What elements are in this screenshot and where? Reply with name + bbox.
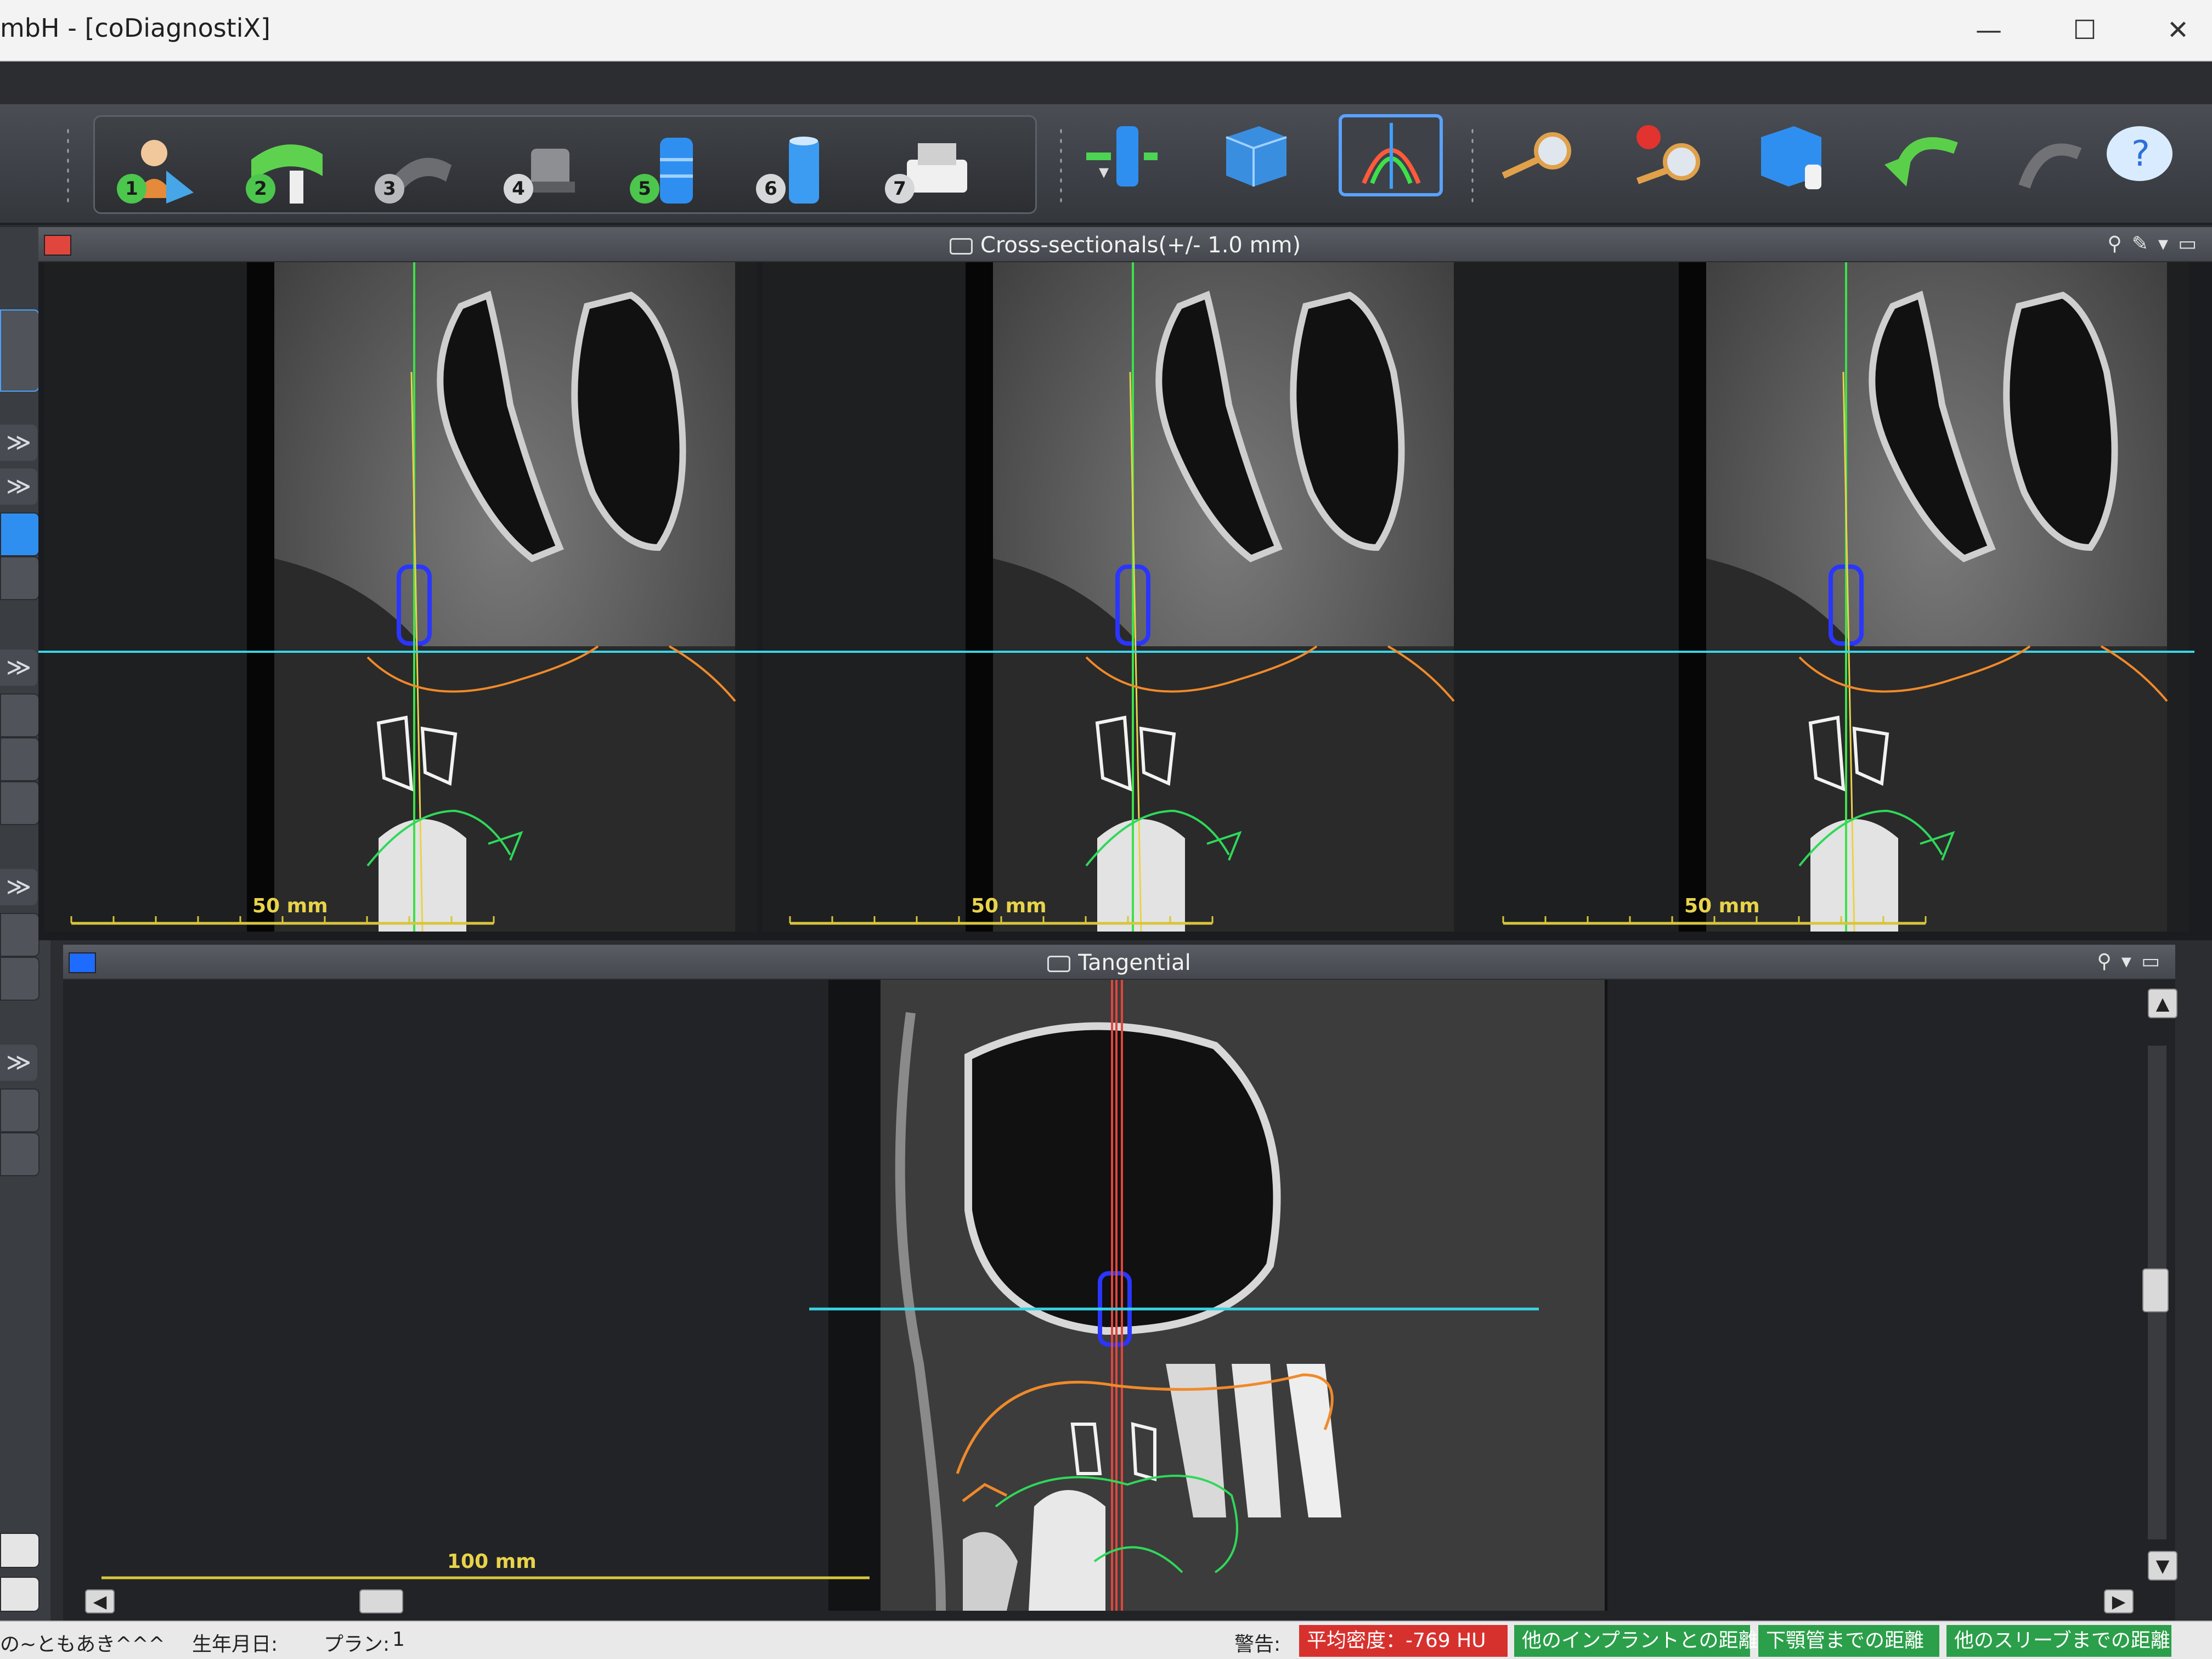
left-tool-button[interactable]: [0, 737, 40, 781]
panoramic-view-toggle[interactable]: [1339, 114, 1443, 196]
help-button[interactable]: ?: [2096, 115, 2200, 192]
maximize-button[interactable]: ☐: [2055, 11, 2115, 49]
expand-chevron-icon[interactable]: ≫: [0, 469, 37, 505]
redo-button[interactable]: [1997, 115, 2101, 192]
vertical-scroll-thumb[interactable]: [2142, 1268, 2169, 1312]
step-number: 7: [885, 174, 915, 204]
step-number: 4: [504, 174, 533, 204]
help-icon: ?: [2107, 126, 2172, 181]
cube-hand-icon: [1761, 126, 1821, 189]
tangential-title: Tangential: [1078, 950, 1191, 975]
step-number: 2: [246, 174, 275, 204]
measure-distance-button[interactable]: [1487, 115, 1591, 192]
cross-section-slice: 50 mm: [757, 262, 1481, 932]
workflow-steps-group: 1 2 3 4 5 6 7 ▾: [93, 115, 1109, 214]
delete-measure-icon: [1636, 125, 1700, 184]
step-number: 6: [756, 174, 786, 204]
horizontal-scroll-thumb[interactable]: [359, 1589, 403, 1613]
left-tool-button[interactable]: [0, 957, 40, 1001]
scale-label: 50 mm: [1684, 895, 1760, 917]
tangential-image[interactable]: 100 mm: [63, 980, 2175, 1621]
3d-view-button[interactable]: [1745, 115, 1849, 192]
step-4-button[interactable]: 4: [493, 132, 597, 209]
step-2-curve-button[interactable]: 2: [235, 132, 339, 209]
sleeve-distance-badge[interactable]: 他のスリーブまでの距離: [1946, 1625, 2171, 1657]
implant-distance-badge[interactable]: 他のインプラントとの距離: [1514, 1625, 1758, 1657]
expand-chevron-icon[interactable]: ≫: [0, 425, 37, 461]
left-tool-button[interactable]: [0, 512, 40, 556]
delete-measure-button[interactable]: [1616, 115, 1720, 192]
slice-edge: [966, 262, 993, 932]
toolbar-separator: [66, 126, 70, 203]
expand-chevron-icon[interactable]: ≫: [0, 650, 37, 686]
step-6-sleeve-button[interactable]: 6: [745, 132, 849, 209]
plan-label: プラン:: [324, 1633, 390, 1656]
warning-label: 警告:: [1234, 1633, 1281, 1656]
scale-label: 100 mm: [447, 1550, 537, 1573]
cross-sectional-title: Cross-sectionals(+/- 1.0 mm): [980, 233, 1301, 258]
left-tool-button[interactable]: [0, 556, 40, 600]
toolbar-separator: [1059, 126, 1063, 203]
plan-value: 1: [392, 1628, 405, 1651]
arch-curve-icon: [1362, 123, 1421, 189]
panel-tools-icon[interactable]: ⚲▾▭: [2097, 950, 2170, 973]
scale-label: 50 mm: [971, 895, 1047, 917]
left-tool-button[interactable]: [0, 1132, 40, 1176]
cube-cursor-icon: [1226, 126, 1287, 187]
slice-edge: [1679, 262, 1706, 932]
left-spin-field[interactable]: [0, 1533, 40, 1568]
scroll-right-button[interactable]: ▶: [2104, 1589, 2134, 1613]
camera-icon[interactable]: [949, 238, 973, 255]
step-1-patient-button[interactable]: 1: [106, 132, 210, 209]
status-bar: の~ともあき^^^ 生年月日: プラン: 1 警告: 平均密度：-769 HU …: [0, 1621, 2212, 1659]
svg-text:?: ?: [2131, 134, 2150, 174]
step-number: 3: [375, 174, 404, 204]
scroll-left-button[interactable]: ◀: [85, 1589, 115, 1613]
tangential-header: Tangential ⚲▾▭: [63, 945, 2175, 980]
left-tool-button[interactable]: [0, 913, 40, 957]
step-3-button[interactable]: 3: [364, 132, 468, 209]
scale-label: 50 mm: [252, 895, 328, 917]
camera-icon[interactable]: [1047, 956, 1071, 972]
toolbar-separator: [1470, 126, 1475, 203]
step-5-implant-button[interactable]: 5: [619, 132, 723, 209]
slice-edge: [247, 262, 274, 932]
main-toolbar: 1 2 3 4 5 6 7 ▾ ?: [0, 104, 2212, 225]
window-title: mbH - [coDiagnostiX]: [0, 13, 270, 43]
step-number: 1: [117, 174, 146, 204]
redo-icon: [2018, 143, 2082, 189]
patient-name: の~ともあき^^^: [0, 1633, 165, 1656]
cube-select-button[interactable]: [1204, 115, 1308, 192]
magnifier-measure-icon: [1502, 132, 1571, 179]
cross-section-slice: 50 mm: [1470, 262, 2194, 932]
align-implant-icon: [1086, 126, 1158, 187]
cross-section-slice: 50 mm: [38, 262, 763, 932]
scroll-up-button[interactable]: ▲: [2148, 989, 2177, 1018]
density-warning-badge[interactable]: 平均密度：-769 HU: [1299, 1625, 1508, 1657]
tangential-panel: Tangential ⚲▾▭ 100 mm ▲ ▼ ◀ ▶: [63, 945, 2177, 1621]
birth-date-label: 生年月日:: [192, 1633, 278, 1656]
cross-sectional-images[interactable]: 50 mm 50 mm 50 mm: [38, 262, 2212, 940]
left-spin-field[interactable]: [0, 1577, 40, 1612]
left-tool-button[interactable]: [0, 693, 40, 737]
window-title-bar: mbH - [coDiagnostiX] — ☐ ✕: [0, 0, 2212, 61]
close-button[interactable]: ✕: [2148, 11, 2208, 49]
scroll-down-button[interactable]: ▼: [2148, 1551, 2177, 1581]
left-tool-button[interactable]: [0, 309, 40, 392]
expand-chevron-icon[interactable]: ≫: [0, 869, 37, 905]
left-tool-button[interactable]: [0, 781, 40, 825]
canal-distance-badge[interactable]: 下顎管までの距離: [1758, 1625, 1939, 1657]
left-tool-button[interactable]: [0, 1088, 40, 1132]
cross-sectional-panel: Cross-sectionals(+/- 1.0 mm) ⚲✎▾▭ 50 mm 5…: [38, 227, 2212, 940]
undo-icon: [1884, 137, 1958, 187]
step-7-print-button[interactable]: 7: [874, 132, 978, 209]
panel-tools-icon[interactable]: ⚲✎▾▭: [2107, 233, 2207, 255]
cross-sectional-header: Cross-sectionals(+/- 1.0 mm) ⚲✎▾▭: [38, 227, 2212, 262]
undo-button[interactable]: [1874, 115, 1978, 192]
expand-chevron-icon[interactable]: ≫: [0, 1045, 37, 1081]
implant-align-button[interactable]: [1075, 115, 1180, 192]
step-number: 5: [630, 174, 659, 204]
minimize-button[interactable]: —: [1959, 11, 2019, 49]
